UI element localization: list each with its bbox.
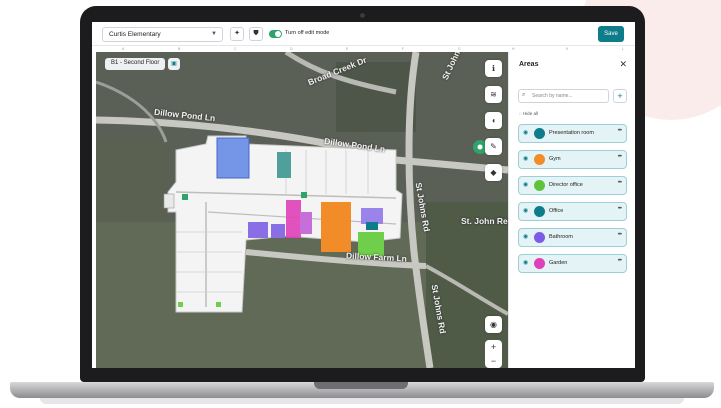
close-icon[interactable]: ✕: [619, 59, 627, 70]
toggle-knob: [275, 31, 281, 37]
eye-icon[interactable]: ◉: [523, 207, 528, 214]
area-name: Gym: [549, 156, 561, 162]
area-item[interactable]: ◉ Director office •••: [518, 176, 627, 195]
area-item[interactable]: ◉ Garden •••: [518, 254, 627, 273]
hide-all-link[interactable]: ◌ Hide all: [519, 111, 538, 116]
add-area-button[interactable]: +: [613, 89, 627, 103]
area-name: Office: [549, 208, 564, 214]
ruler-label: C: [234, 47, 237, 51]
ruler-label: L: [622, 47, 624, 51]
area-name: Presentation room: [549, 130, 594, 136]
more-icon[interactable]: •••: [618, 232, 622, 238]
areas-panel: Areas ✕ ⌕ Search by name... + ◌ Hide all…: [508, 52, 635, 368]
top-toolbar: Curtis Elementary ▼ ✦ ⛊ Turn off edit mo…: [92, 22, 635, 46]
area-name: Garden: [549, 260, 568, 266]
search-placeholder: Search by name...: [532, 93, 573, 99]
search-icon: ⌕: [522, 92, 526, 98]
ruler-label: B: [178, 47, 181, 51]
area-color-dot: [534, 258, 545, 269]
area-item[interactable]: ◉ Bathroom •••: [518, 228, 627, 247]
pin-icon: ✦: [234, 30, 240, 37]
more-icon[interactable]: •••: [618, 128, 622, 134]
map-canvas: [96, 52, 508, 368]
info-button[interactable]: ℹ: [485, 60, 502, 77]
speaker-icon: ◖: [491, 116, 496, 125]
eye-icon[interactable]: ◉: [523, 181, 528, 188]
edit-tool-button[interactable]: ✎: [485, 138, 502, 155]
ruler-label: E: [346, 47, 349, 51]
zoom-control: + −: [485, 340, 502, 368]
ruler-label: A: [122, 47, 125, 51]
ruler-label: F: [402, 47, 405, 51]
eye-icon[interactable]: ◉: [523, 155, 528, 162]
area-color-dot: [534, 154, 545, 165]
eye-icon: ◉: [490, 320, 497, 329]
eye-icon[interactable]: ◉: [523, 129, 528, 136]
layer-tool-button[interactable]: ⛊: [249, 27, 263, 41]
area-color-dot: [534, 206, 545, 217]
building-icon: ▣: [171, 61, 177, 67]
ruler-label: G: [458, 47, 461, 51]
camera-dot: [360, 13, 365, 18]
area-color-dot: [534, 232, 545, 243]
floor-edit-button[interactable]: ▣: [168, 58, 180, 70]
school-select-value: Curtis Elementary: [109, 31, 161, 38]
laptop-notch: [314, 382, 408, 389]
edit-mode-label: Turn off edit mode: [285, 30, 330, 36]
ruler-label: D: [290, 47, 293, 51]
satellite-map[interactable]: Broad Creek Dr St Johns Dillow Pond Ln D…: [96, 52, 508, 368]
more-icon[interactable]: •••: [618, 258, 622, 264]
ruler-label: H: [512, 47, 515, 51]
app-screen: Curtis Elementary ▼ ✦ ⛊ Turn off edit mo…: [92, 22, 635, 368]
marketing-stage: Curtis Elementary ▼ ✦ ⛊ Turn off edit mo…: [0, 0, 721, 408]
area-color-dot: [534, 180, 545, 191]
more-icon[interactable]: •••: [618, 180, 622, 186]
info-icon: ℹ: [491, 64, 496, 73]
hide-all-label: Hide all: [522, 111, 538, 116]
more-icon[interactable]: •••: [618, 206, 622, 212]
floor-selector[interactable]: B1 - Second Floor: [105, 58, 166, 70]
drop-icon: ◆: [490, 168, 497, 177]
edit-mode-toggle[interactable]: [269, 30, 282, 38]
panel-title: Areas: [519, 61, 539, 68]
church-label: St. John Regis R: [461, 216, 508, 226]
area-name: Bathroom: [549, 234, 573, 240]
eye-icon[interactable]: ◉: [523, 233, 528, 240]
area-item[interactable]: ◉ Gym •••: [518, 150, 627, 169]
layers-button[interactable]: ≋: [485, 86, 502, 103]
location-tool-button[interactable]: ✦: [230, 27, 244, 41]
laptop-shadow: [40, 398, 684, 404]
area-name: Director office: [549, 182, 583, 188]
sound-button[interactable]: ◖: [485, 112, 502, 129]
area-item[interactable]: ◉ Office •••: [518, 202, 627, 221]
zoom-in-button[interactable]: +: [485, 340, 502, 354]
more-icon[interactable]: •••: [618, 154, 622, 160]
layers-icon: ≋: [490, 90, 497, 99]
style-tool-button[interactable]: ◆: [485, 164, 502, 181]
school-select[interactable]: Curtis Elementary ▼: [102, 27, 223, 42]
visibility-button[interactable]: ◉: [485, 316, 502, 333]
area-color-dot: [534, 128, 545, 139]
chevron-down-icon: ▼: [211, 31, 217, 37]
save-button[interactable]: Save: [598, 26, 624, 42]
search-input[interactable]: ⌕ Search by name...: [518, 89, 609, 103]
zoom-out-button[interactable]: −: [485, 354, 502, 368]
ruler-label: K: [566, 47, 569, 51]
area-item[interactable]: ◉ Presentation room •••: [518, 124, 627, 143]
badge-icon: ⛊: [253, 30, 259, 37]
eye-icon[interactable]: ◉: [523, 259, 528, 266]
pencil-icon: ✎: [490, 142, 497, 151]
